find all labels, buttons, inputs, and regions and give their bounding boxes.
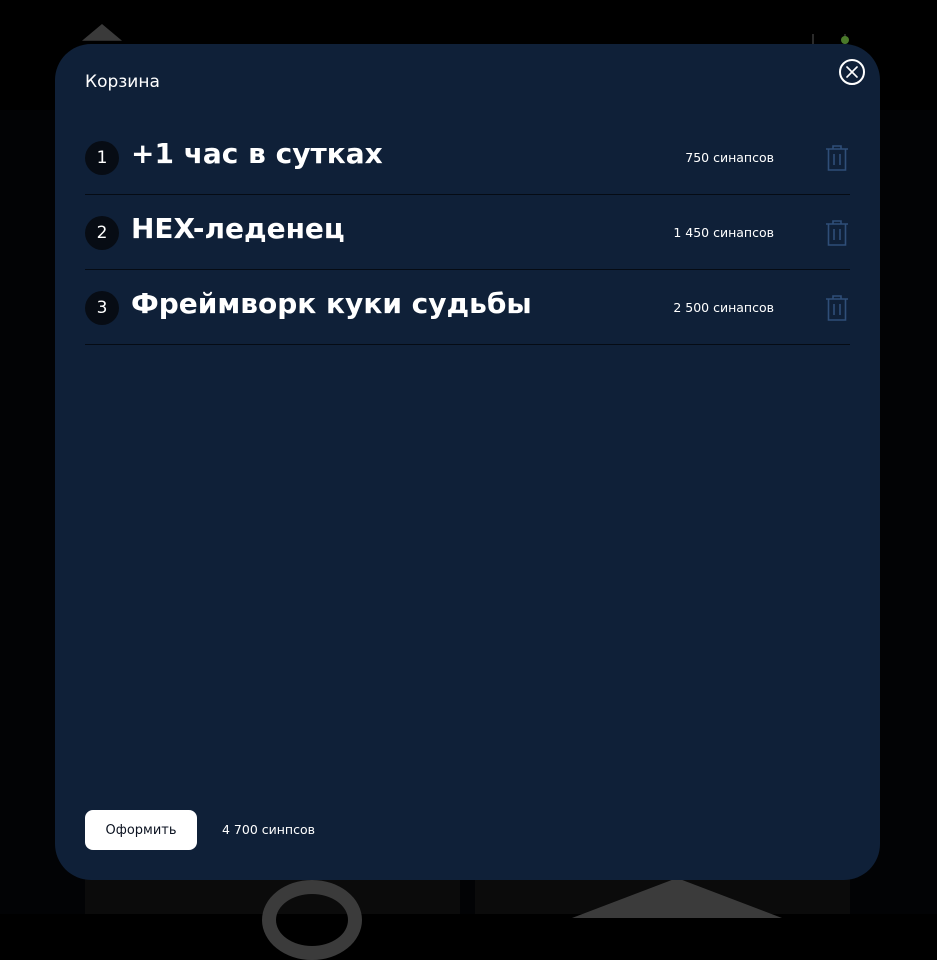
item-name: HEX-леденец (131, 212, 345, 245)
cart-item: 3 Фреймворк куки судьбы 2 500 синапсов (85, 270, 850, 345)
cart-badge (841, 36, 849, 44)
item-price: 1 450 синапсов (673, 225, 774, 240)
item-price: 2 500 синапсов (673, 300, 774, 315)
item-price: 750 синапсов (685, 150, 774, 165)
cart-item: 2 HEX-леденец 1 450 синапсов (85, 195, 850, 270)
item-index: 2 (85, 216, 119, 250)
modal-title: Корзина (85, 72, 160, 92)
trash-icon (826, 295, 848, 321)
close-icon (846, 66, 858, 78)
checkout-button[interactable]: Оформить (85, 810, 197, 850)
delete-item-button[interactable] (825, 219, 849, 251)
delete-item-button[interactable] (825, 294, 849, 326)
cart-items-list: 1 +1 час в сутках 750 синапсов 2 HEX-лед… (85, 120, 850, 345)
close-button[interactable] (839, 59, 865, 85)
trash-icon (826, 145, 848, 171)
item-name: +1 час в сутках (131, 137, 383, 170)
delete-item-button[interactable] (825, 144, 849, 176)
item-index: 3 (85, 291, 119, 325)
item-index: 1 (85, 141, 119, 175)
cart-modal: Корзина 1 +1 час в сутках 750 синапсов 2… (55, 44, 880, 880)
cart-total: 4 700 синпсов (222, 822, 315, 837)
cart-item: 1 +1 час в сутках 750 синапсов (85, 120, 850, 195)
trash-icon (826, 220, 848, 246)
product-image (262, 880, 362, 960)
item-name: Фреймворк куки судьбы (131, 287, 532, 320)
